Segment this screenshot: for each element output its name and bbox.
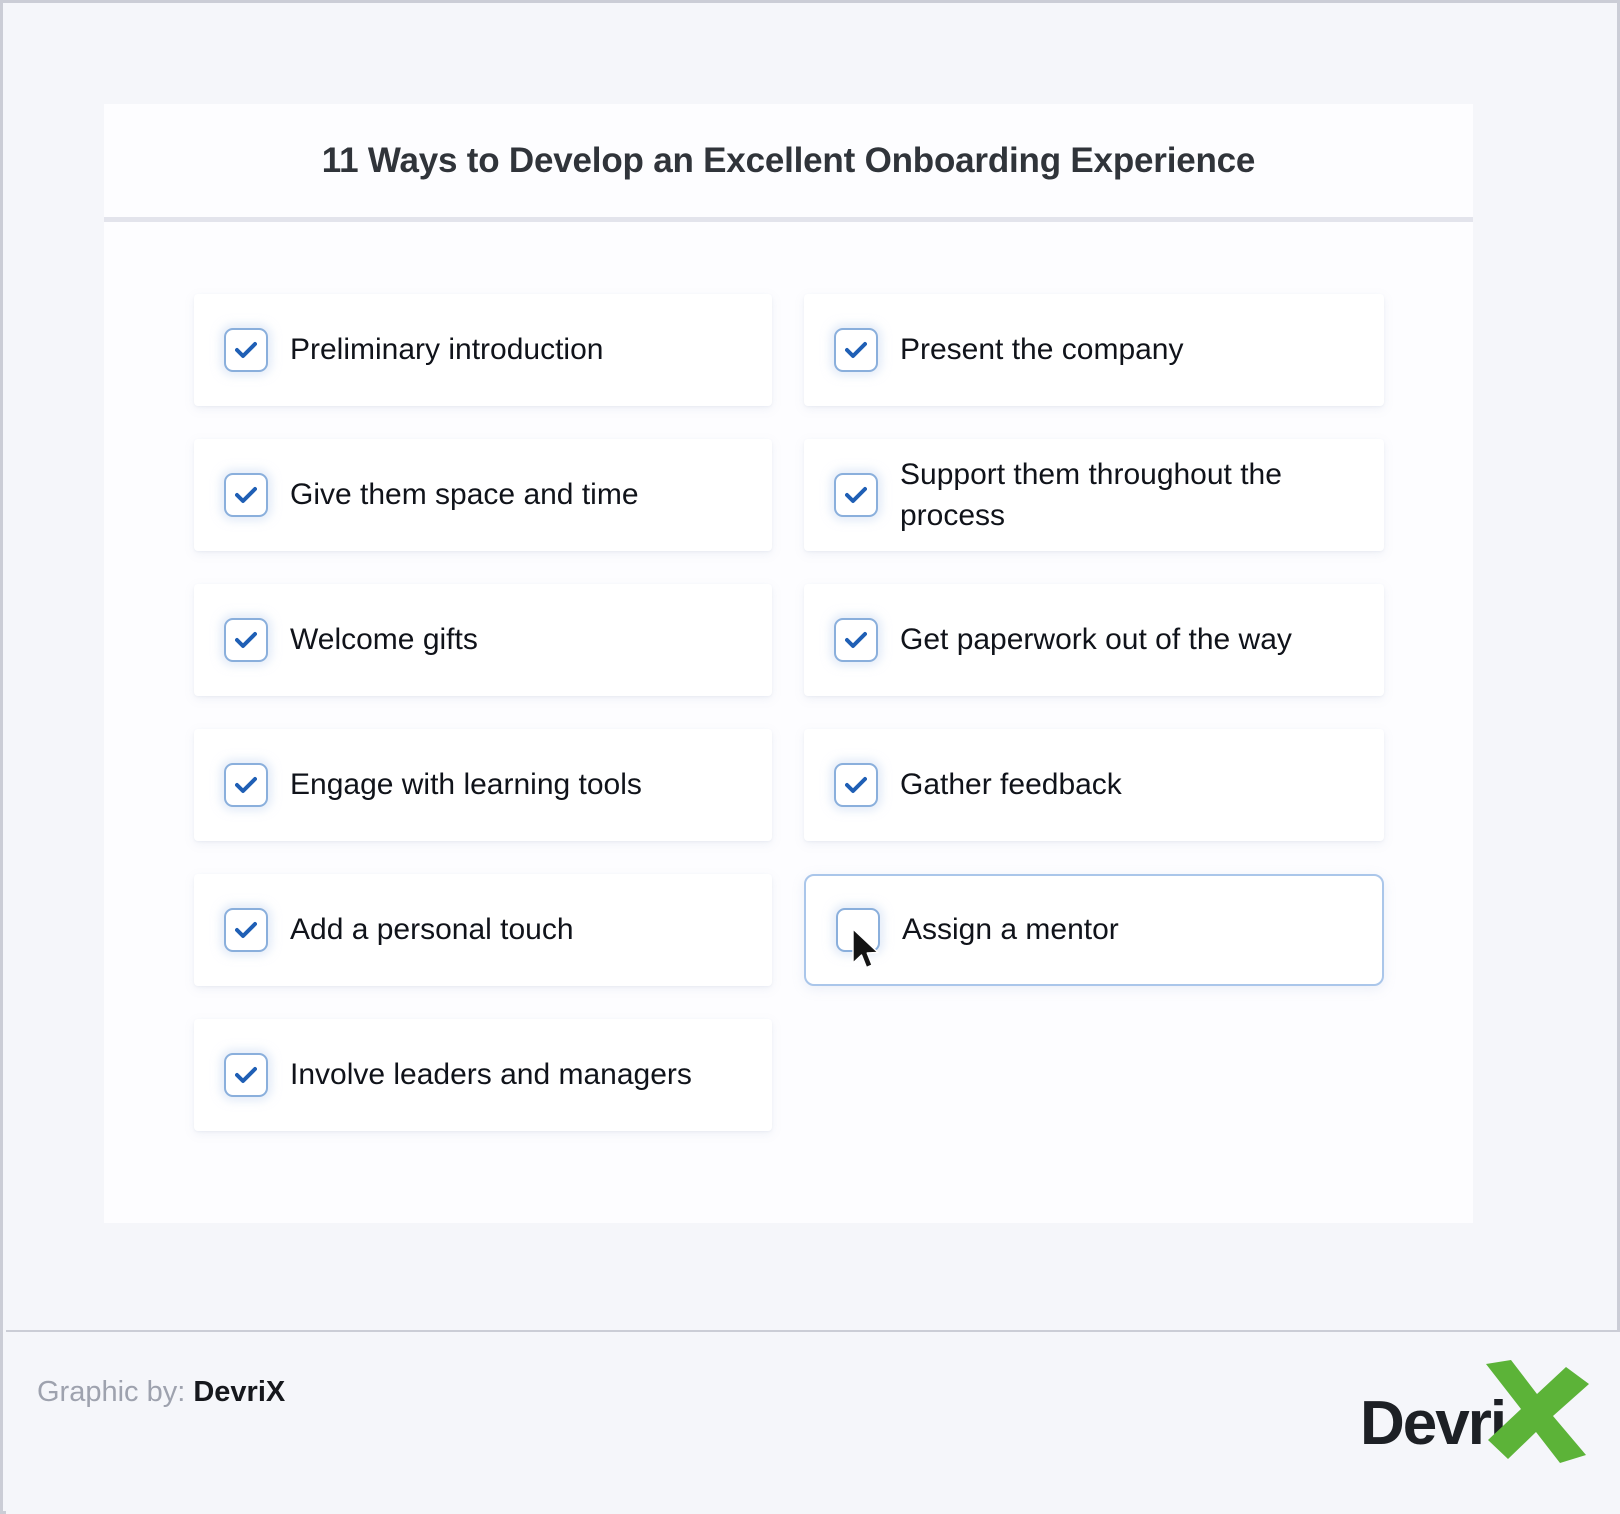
checklist-item-label: Give them space and time	[290, 478, 639, 512]
checklist-item-label: Get paperwork out of the way	[900, 623, 1292, 657]
checkbox-checked-icon[interactable]	[224, 328, 268, 372]
devrix-logo: Devri	[1360, 1350, 1592, 1465]
checklist-item-welcome-gifts[interactable]: Welcome gifts	[194, 584, 772, 696]
checkbox-checked-icon[interactable]	[834, 328, 878, 372]
checklist-item-present-the-company[interactable]: Present the company	[804, 294, 1384, 406]
checklist-item-label: Preliminary introduction	[290, 333, 604, 367]
checkbox-checked-icon[interactable]	[834, 473, 878, 517]
checklist-item-label: Present the company	[900, 333, 1184, 367]
checklist-item-give-them-space-and-time[interactable]: Give them space and time	[194, 439, 772, 551]
checklist-item-engage-with-learning-tools[interactable]: Engage with learning tools	[194, 729, 772, 841]
credit-brand-label: DevriX	[193, 1376, 286, 1408]
checklist-grid: Preliminary introduction Give them space…	[104, 294, 1473, 1164]
credit-prefix-label: Graphic by:	[37, 1376, 186, 1408]
page-title: 11 Ways to Develop an Excellent Onboardi…	[321, 140, 1256, 180]
devrix-logo-x-mark-icon	[1486, 1360, 1589, 1463]
checkbox-unchecked-icon[interactable]	[836, 908, 880, 952]
title-area: 11 Ways to Develop an Excellent Onboardi…	[104, 104, 1473, 217]
checklist-item-add-a-personal-touch[interactable]: Add a personal touch	[194, 874, 772, 986]
checkbox-checked-icon[interactable]	[834, 618, 878, 662]
checklist-item-label: Add a personal touch	[290, 913, 574, 947]
checkbox-checked-icon[interactable]	[224, 1053, 268, 1097]
checklist-item-label: Engage with learning tools	[290, 768, 642, 802]
infographic-card: 11 Ways to Develop an Excellent Onboardi…	[104, 104, 1473, 1223]
checklist-item-label: Involve leaders and managers	[290, 1058, 692, 1092]
checklist-item-assign-a-mentor[interactable]: Assign a mentor	[804, 874, 1384, 986]
checkbox-checked-icon[interactable]	[834, 763, 878, 807]
checklist-item-label: Assign a mentor	[902, 913, 1119, 947]
checklist-item-label: Welcome gifts	[290, 623, 478, 657]
title-divider	[104, 217, 1473, 222]
checklist-item-gather-feedback[interactable]: Gather feedback	[804, 729, 1384, 841]
checklist-item-involve-leaders-and-managers[interactable]: Involve leaders and managers	[194, 1019, 772, 1131]
checklist-column-right: Present the company Support them through…	[804, 294, 1473, 1164]
checkbox-checked-icon[interactable]	[224, 908, 268, 952]
checklist-item-preliminary-introduction[interactable]: Preliminary introduction	[194, 294, 772, 406]
infographic-page: 11 Ways to Develop an Excellent Onboardi…	[0, 0, 1620, 1514]
footer: Graphic by: DevriX Devri	[6, 1332, 1620, 1514]
checklist-column-left: Preliminary introduction Give them space…	[104, 294, 804, 1164]
checklist-item-label: Gather feedback	[900, 768, 1122, 802]
checklist-item-support-them-throughout-the-process[interactable]: Support them throughout the process	[804, 439, 1384, 551]
checklist-item-get-paperwork-out-of-the-way[interactable]: Get paperwork out of the way	[804, 584, 1384, 696]
checkbox-checked-icon[interactable]	[224, 473, 268, 517]
checklist-item-label: Support them throughout the process	[900, 457, 1282, 532]
checkbox-checked-icon[interactable]	[224, 763, 268, 807]
checkbox-checked-icon[interactable]	[224, 618, 268, 662]
graphic-credit: Graphic by: DevriX	[37, 1376, 285, 1409]
